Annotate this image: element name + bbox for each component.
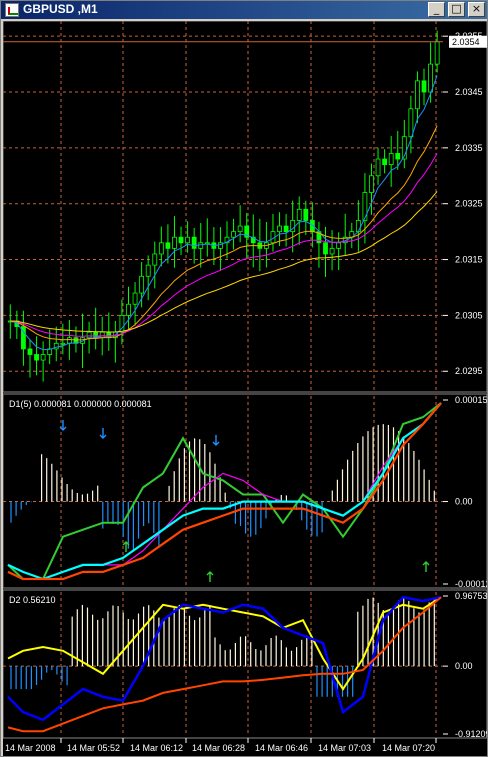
indicator-1-panel[interactable]: D1(5) 0.000081 0.000000 0.000081 0.00015… xyxy=(3,393,487,589)
candle-body xyxy=(323,242,328,255)
candle-body xyxy=(296,208,302,221)
minimize-button[interactable]: _ xyxy=(428,2,445,17)
price-tick-label: 2.0315 xyxy=(455,255,483,265)
candle-body xyxy=(303,208,309,221)
window-title: GBPUSD ,M1 xyxy=(23,2,98,16)
candle-body xyxy=(336,242,342,249)
time-tick-label: 14 Mar 06:28 xyxy=(192,743,245,753)
candle-body xyxy=(375,158,381,177)
candle-body xyxy=(40,354,46,361)
time-axis: 14 Mar 2008 14 Mar 05:52 14 Mar 06:12 14 Ma… xyxy=(5,738,437,753)
candle-body xyxy=(34,354,39,361)
time-tick-label: 14 Mar 06:12 xyxy=(130,743,183,753)
candle-body xyxy=(165,242,171,249)
candle-body xyxy=(27,348,33,355)
indicator-2-label: D2 0.56210 xyxy=(9,595,56,605)
candle-body xyxy=(283,225,289,233)
candle-body xyxy=(231,231,236,238)
close-button[interactable]: × xyxy=(468,2,485,17)
candle-body xyxy=(388,153,394,166)
candle-body xyxy=(434,41,440,65)
candle-body xyxy=(395,153,401,160)
indicator-2-panel[interactable]: D2 0.56210 0.96753 0.00 -0.91209 xyxy=(3,589,487,739)
time-tick-label: 14 Mar 2008 xyxy=(5,743,56,753)
price-tick-label: 2.0325 xyxy=(455,199,483,209)
candle-body xyxy=(382,158,388,166)
time-tick-label: 14 Mar 05:52 xyxy=(67,743,120,753)
candle-body xyxy=(369,175,374,193)
candle-body xyxy=(178,236,184,244)
candle-body xyxy=(152,253,158,266)
candle-body xyxy=(172,236,177,249)
current-price-label: 2.0354 xyxy=(452,37,480,47)
candle-body xyxy=(93,331,99,339)
time-tick-label: 14 Mar 07:20 xyxy=(382,743,435,753)
candle-body xyxy=(145,264,151,277)
candle-body xyxy=(60,342,66,345)
candle-body xyxy=(132,292,138,305)
price-tick-label: 2.0335 xyxy=(455,143,483,153)
candle-body xyxy=(86,331,92,339)
time-tick-label: 14 Mar 06:46 xyxy=(255,743,308,753)
candle-body xyxy=(428,63,433,93)
price-tick-label: 2.0305 xyxy=(455,310,483,320)
price-tick-label: 2.0295 xyxy=(455,366,483,376)
indicator-tick-label: 0.00 xyxy=(455,497,473,507)
chart-app-icon xyxy=(5,3,19,17)
candle-body xyxy=(185,236,190,244)
candle-body xyxy=(139,275,145,294)
indicator-tick-label: 0.00 xyxy=(455,661,473,671)
chart-window: GBPUSD ,M1 _ □ × 2.03552.03452.03352.032… xyxy=(0,0,488,757)
candle-body xyxy=(408,108,414,138)
indicator-tick-label: -0.91209 xyxy=(455,729,487,739)
candle-body xyxy=(421,80,427,93)
indicator-tick-label: 0.96753 xyxy=(455,591,487,601)
candle-body xyxy=(277,225,282,233)
candle-body xyxy=(362,192,368,221)
price-panel[interactable]: 2.03552.03452.03352.03252.03152.03052.02… xyxy=(3,21,487,393)
candle-body xyxy=(237,225,243,233)
indicator-tick-label: -0.00012 xyxy=(455,579,487,589)
chart-canvas[interactable]: 2.03552.03452.03352.03252.03152.03052.02… xyxy=(3,21,487,756)
candle-body xyxy=(415,80,420,110)
candle-body xyxy=(329,247,335,255)
indicator-tick-label: 0.00015 xyxy=(455,395,487,405)
indicator-1-label: D1(5) 0.000081 0.000000 0.000081 xyxy=(9,399,152,409)
candle-body xyxy=(198,242,204,249)
title-bar[interactable]: GBPUSD ,M1 _ □ × xyxy=(1,1,487,19)
candle-body xyxy=(126,303,131,316)
candle-body xyxy=(158,242,164,255)
chart-area[interactable]: 2.03552.03452.03352.03252.03152.03052.02… xyxy=(3,21,487,756)
maximize-button[interactable]: □ xyxy=(448,2,465,17)
candle-body xyxy=(99,331,105,339)
candle-body xyxy=(191,236,197,249)
candle-body xyxy=(355,220,361,233)
candle-body xyxy=(66,337,72,344)
price-tick-label: 2.0345 xyxy=(455,87,483,97)
time-tick-label: 14 Mar 07:03 xyxy=(318,743,371,753)
